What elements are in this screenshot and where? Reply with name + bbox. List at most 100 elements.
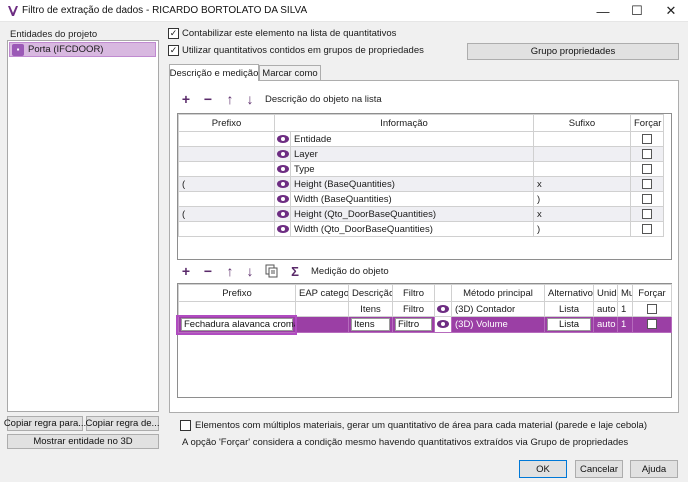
suffix-cell[interactable] (533, 146, 631, 162)
main-method-cell[interactable]: (3D) Volume (451, 316, 545, 333)
eye-icon[interactable] (277, 224, 289, 233)
force-checkbox[interactable] (647, 319, 657, 330)
suffix-cell[interactable]: ) (533, 191, 631, 207)
eye-icon[interactable] (277, 164, 289, 173)
measurement-down-icon[interactable]: ↓ (243, 263, 257, 279)
column-header-eap: EAP categori (295, 284, 349, 302)
info-cell[interactable]: Entidade (290, 131, 534, 147)
description-cell[interactable]: Itens (348, 301, 393, 317)
prefix-cell[interactable]: ( (178, 206, 275, 222)
measurement-up-icon[interactable]: ↑ (223, 263, 237, 279)
tab-description-measurement[interactable]: Descrição e medição (169, 64, 259, 81)
description-toolbar-label: Descrição do objeto na lista (265, 94, 382, 105)
force-checkbox[interactable] (642, 148, 652, 159)
column-header-force: Forçar (632, 284, 672, 302)
info-cell[interactable]: Type (290, 161, 534, 177)
alternative-input[interactable]: Lista (547, 318, 591, 331)
list-item-label: Porta (IFCDOOR) (28, 44, 104, 55)
force-checkbox[interactable] (642, 133, 652, 144)
table-row[interactable]: Layer (178, 146, 664, 162)
copy-icon[interactable] (265, 264, 279, 278)
filter-input[interactable]: Filtro (395, 318, 432, 331)
force-checkbox[interactable] (642, 193, 652, 204)
show-3d-button[interactable]: Mostrar entidade no 3D (7, 434, 159, 449)
unit-cell[interactable]: auto (593, 316, 618, 333)
table-row[interactable]: ( Height (BaseQuantities) x (178, 176, 664, 192)
force-checkbox[interactable] (642, 223, 652, 234)
add-description-icon[interactable]: + (179, 91, 193, 107)
alternative-cell[interactable]: Lista (544, 301, 594, 317)
add-measurement-icon[interactable]: + (179, 263, 193, 279)
column-header-alternative: Alternativo (544, 284, 594, 302)
remove-measurement-icon[interactable]: − (201, 263, 215, 279)
force-checkbox[interactable] (642, 178, 652, 189)
materials-checkbox[interactable] (180, 420, 191, 431)
list-item[interactable]: ▪ Porta (IFCDOOR) (9, 42, 156, 57)
suffix-cell[interactable]: x (533, 176, 631, 192)
multiplier-cell[interactable]: 1 (617, 301, 633, 317)
info-cell[interactable]: Height (Qto_DoorBaseQuantities) (290, 206, 534, 222)
remove-description-icon[interactable]: − (201, 91, 215, 107)
info-cell[interactable]: Width (BaseQuantities) (290, 191, 534, 207)
eye-icon[interactable] (437, 320, 449, 329)
close-button[interactable]: ✕ (654, 0, 688, 22)
suffix-cell[interactable]: ) (533, 221, 631, 237)
main-method-cell[interactable]: (3D) Contador (451, 301, 545, 317)
force-checkbox[interactable] (642, 163, 652, 174)
move-down-icon[interactable]: ↓ (243, 91, 257, 107)
suffix-cell[interactable] (533, 161, 631, 177)
tab-mark-as[interactable]: Marcar como (259, 65, 321, 81)
entities-label: Entidades do projeto (10, 29, 98, 40)
copy-rule-to-button[interactable]: Copiar regra para... (4, 416, 86, 431)
count-checkbox[interactable]: ✓ (168, 28, 179, 39)
eye-icon[interactable] (437, 304, 449, 313)
table-row[interactable]: Entidade (178, 131, 664, 147)
filter-cell[interactable]: Filtro (392, 301, 435, 317)
eye-icon[interactable] (277, 179, 289, 188)
info-cell[interactable]: Width (Qto_DoorBaseQuantities) (290, 221, 534, 237)
ok-button[interactable]: OK (519, 460, 567, 478)
table-row[interactable]: Width (Qto_DoorBaseQuantities) ) (178, 221, 664, 237)
eye-icon[interactable] (277, 194, 289, 203)
cancel-button[interactable]: Cancelar (575, 460, 623, 478)
help-button[interactable]: Ajuda (630, 460, 678, 478)
table-row[interactable]: Width (BaseQuantities) ) (178, 191, 664, 207)
description-grid[interactable]: Prefixo Informação Sufixo Forçar Entidad… (177, 113, 672, 260)
multiplier-cell[interactable]: 1 (617, 316, 633, 333)
suffix-cell[interactable]: x (533, 206, 631, 222)
suffix-cell[interactable] (533, 131, 631, 147)
column-header-suffix: Sufixo (533, 114, 631, 132)
window-title: Filtro de extração de dados - RICARDO BO… (22, 5, 308, 16)
table-row[interactable]: ( Height (Qto_DoorBaseQuantities) x (178, 206, 664, 222)
move-up-icon[interactable]: ↑ (223, 91, 237, 107)
prefix-cell[interactable] (178, 221, 275, 237)
minimize-button[interactable]: — (586, 0, 620, 22)
force-checkbox[interactable] (642, 208, 652, 219)
eap-cell[interactable] (295, 301, 349, 317)
eye-icon[interactable] (277, 209, 289, 218)
prefix-cell[interactable] (178, 131, 275, 147)
eye-icon[interactable] (277, 134, 289, 143)
prefix-cell[interactable]: ( (178, 176, 275, 192)
column-header-visibility (434, 284, 452, 302)
prefix-cell[interactable] (178, 191, 275, 207)
maximize-button[interactable]: ☐ (620, 0, 654, 22)
use-groups-checkbox[interactable]: ✓ (168, 45, 179, 56)
copy-rule-from-button[interactable]: Copiar regra de... (86, 416, 159, 431)
prefix-cell[interactable] (178, 146, 275, 162)
info-cell[interactable]: Height (BaseQuantities) (290, 176, 534, 192)
sigma-icon[interactable]: Σ (288, 264, 302, 279)
prefix-cell[interactable] (178, 161, 275, 177)
info-cell[interactable]: Layer (290, 146, 534, 162)
table-row[interactable]: Type (178, 161, 664, 177)
materials-label: Elementos com múltiplos materiais, gerar… (195, 420, 648, 431)
eye-icon[interactable] (277, 149, 289, 158)
eap-cell[interactable] (295, 316, 349, 333)
description-input[interactable]: Itens (351, 318, 390, 331)
force-checkbox[interactable] (647, 303, 657, 314)
group-properties-button[interactable]: Grupo propriedades (467, 43, 679, 60)
unit-cell[interactable]: auto (593, 301, 618, 317)
column-header-unit: Unid (593, 284, 618, 302)
measurement-grid[interactable]: Prefixo EAP categori Descrição Filtro Mé… (177, 283, 672, 398)
entities-list[interactable]: ▪ Porta (IFCDOOR) (7, 40, 159, 412)
